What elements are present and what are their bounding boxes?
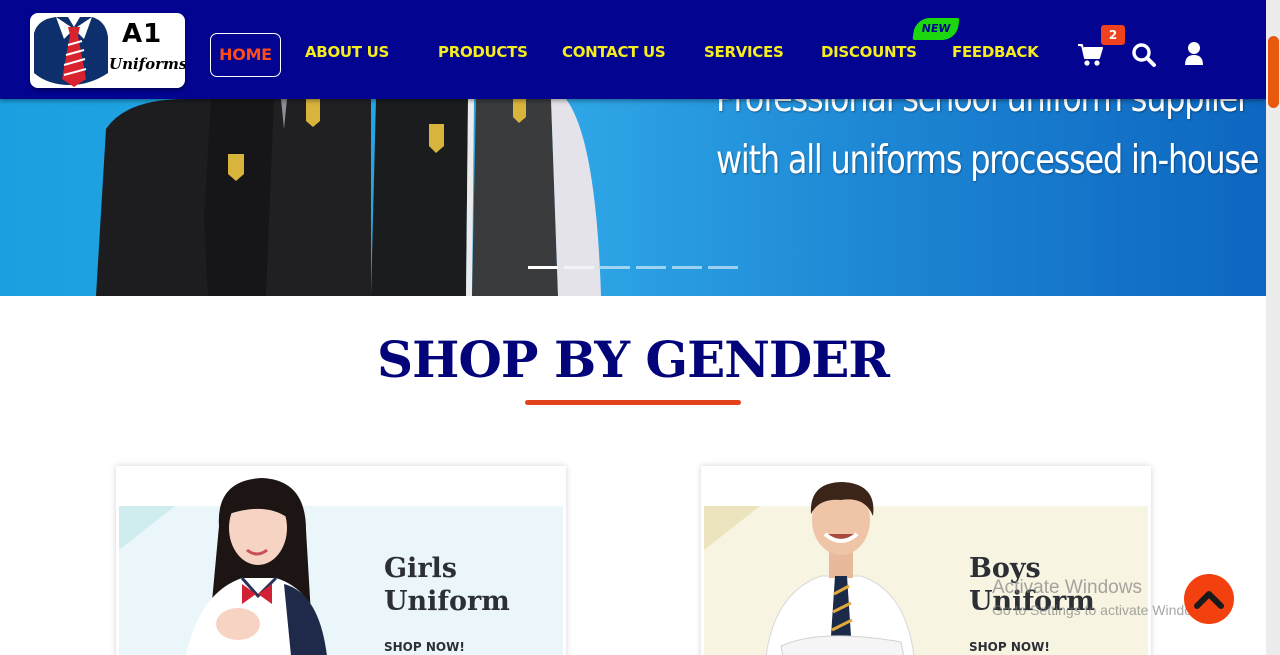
logo-shirt-tie-icon [34,17,108,87]
slider-dot-2[interactable] [564,266,594,269]
nav-discounts[interactable]: DISCOUNTS [821,33,917,77]
slider-dot-3[interactable] [600,266,630,269]
nav-home[interactable]: HOME [210,33,281,77]
slider-dot-4[interactable] [636,266,666,269]
card-title: Girls Uniform [384,552,554,618]
scrollbar-thumb[interactable] [1268,36,1279,108]
section-title: SHOP BY GENDER [377,330,890,389]
nav-feedback[interactable]: FEEDBACK [952,33,1039,77]
logo-brand-sub: Uniforms [109,55,185,73]
activate-windows-title: Activate Windows [992,577,1142,598]
nav-contact-us[interactable]: CONTACT US [562,33,666,77]
nav-products[interactable]: PRODUCTS [438,33,528,77]
slider-dot-5[interactable] [672,266,702,269]
title-underline [525,400,741,405]
hero-headline-line-2: with all uniforms processed in-house [716,138,1259,183]
cart-icon[interactable] [1077,43,1103,67]
top-navbar: A1 Uniforms HOME ABOUT US PRODUCTS CONTA… [0,0,1266,99]
nav-services[interactable]: SERVICES [704,33,784,77]
boy-model-image [765,482,915,655]
slider-dot-1[interactable] [528,266,558,269]
cart-count-badge: 2 [1101,25,1125,45]
user-icon[interactable] [1184,41,1204,66]
shop-now-link[interactable]: SHOP NOW! [384,640,465,654]
girl-model-image [186,478,327,655]
girls-uniform-card[interactable]: Girls Uniform SHOP NOW! [116,466,566,655]
logo-brand-main: A1 [122,19,163,49]
nav-about-us[interactable]: ABOUT US [305,33,389,77]
boys-uniform-card[interactable]: Boys Uniform SHOP NOW! [701,466,1151,655]
card-title-line-1: Girls [384,553,457,584]
site-logo[interactable]: A1 Uniforms [30,13,185,88]
shop-now-link[interactable]: SHOP NOW! [969,640,1050,654]
back-to-top-button[interactable] [1184,574,1234,624]
search-icon[interactable] [1131,42,1157,68]
activate-windows-subtitle: Go to Settings to activate Windows. [992,602,1213,618]
chevron-up-icon [1194,591,1224,609]
card-title-line-2: Uniform [384,586,510,617]
slider-dot-6[interactable] [708,266,738,269]
